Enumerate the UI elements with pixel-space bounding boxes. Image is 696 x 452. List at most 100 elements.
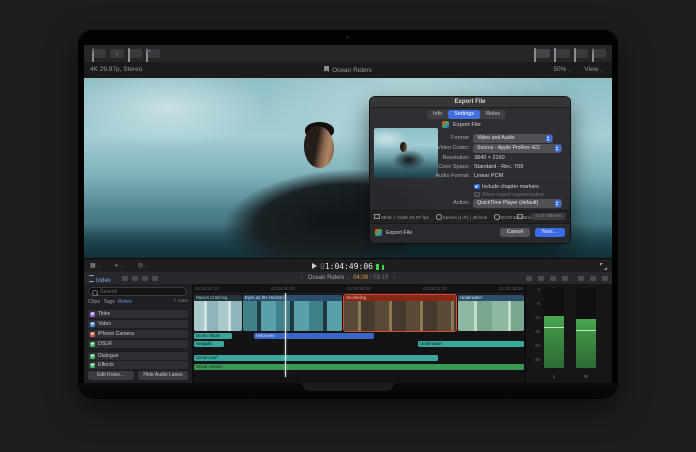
viewer-zoom-menu[interactable]: 50% ⌄ <box>553 66 572 73</box>
speaker-icon <box>436 214 442 220</box>
video-codec-dropdown[interactable]: Source - Apple ProRes 422 <box>473 144 562 153</box>
search-input[interactable]: Search <box>88 287 187 296</box>
export-app-icon <box>375 229 382 236</box>
tab-roles[interactable]: Roles <box>118 299 132 305</box>
dialog-title: Export File <box>370 97 570 108</box>
chapter-markers-checkbox[interactable] <box>474 183 480 189</box>
role-row-dslr[interactable]: DSLR <box>88 340 188 348</box>
status-resolution: 3840 × 2160 29.97 fps <box>374 214 429 221</box>
video-clip-snorkeling-selected[interactable]: Snorkeling <box>344 295 456 331</box>
share-button[interactable] <box>592 48 606 67</box>
playhead[interactable] <box>285 293 286 377</box>
keyword-editor-button[interactable] <box>128 48 142 67</box>
color-space-value: Standard - Rec. 709 <box>474 164 524 170</box>
transitions-browser-icon[interactable] <box>602 275 608 281</box>
timeline-body: Search Clips Tags Roles 7 roles Titles V… <box>84 284 612 383</box>
audio-skimming-icon[interactable] <box>538 275 544 281</box>
audio-clip-voiceover[interactable]: Voiceover <box>254 333 374 339</box>
role-checkbox[interactable] <box>90 321 95 327</box>
mini-audio-meter-right <box>381 262 385 270</box>
tab-roles[interactable]: Roles <box>480 110 506 119</box>
index-tabs: Clips Tags Roles 7 roles <box>88 299 188 307</box>
export-file-dialog: Export File Info Settings Roles Export F… <box>370 97 570 243</box>
tab-clips[interactable]: Clips <box>88 299 100 305</box>
role-checkbox[interactable] <box>90 331 95 337</box>
audio-meters-toggle-icon[interactable] <box>578 275 584 281</box>
project-navigation: ‹ Ocean Riders ⌄ 04:06 / 58:19 › <box>300 274 396 281</box>
role-row-dialogue[interactable]: Dialogue <box>88 352 188 367</box>
skimming-toggle-icon[interactable] <box>526 275 532 281</box>
meter-right-label: R <box>584 374 588 379</box>
role-checkbox[interactable] <box>90 341 95 347</box>
format-dropdown[interactable]: Video and Audio <box>473 134 553 143</box>
dropdown-arrows-icon <box>545 135 552 142</box>
tab-tags[interactable]: Tags <box>103 299 115 305</box>
play-icon[interactable] <box>311 263 317 269</box>
duration-clock-icon <box>494 214 500 220</box>
prev-project-button[interactable]: ‹ <box>301 275 303 281</box>
dropdown-arrows-icon <box>554 145 561 152</box>
meter-left-label: L <box>552 374 556 379</box>
snapping-icon[interactable] <box>562 275 568 281</box>
resolution-label: Resolution: <box>442 155 470 161</box>
tab-settings[interactable]: Settings <box>448 110 481 119</box>
timeline-toggle-button[interactable] <box>554 48 570 67</box>
bookmark-icon <box>324 66 330 72</box>
role-row-titles[interactable]: Titles <box>88 310 188 318</box>
macbook-frame: ↓ 4K 29.97p, Stereo Ocean Riders 50% ⌄ V… <box>78 30 618 399</box>
edit-roles-button[interactable]: Edit Roles… <box>88 371 134 380</box>
audio-clip-ocean-dream[interactable]: Ocean Dream <box>194 364 524 370</box>
playhead-position: 04:06 <box>353 274 369 281</box>
meter-right-peak-readout: - <box>585 285 587 290</box>
meter-left-channel: - L <box>544 285 564 379</box>
laptop-base <box>78 383 618 399</box>
solo-icon[interactable] <box>550 275 556 281</box>
role-checkbox[interactable] <box>90 362 95 368</box>
hide-audio-lanes-button[interactable]: Hide Audio Lanes <box>138 371 188 380</box>
next-project-button[interactable]: › <box>393 275 395 281</box>
export-status-bar: 3840 × 2160 29.97 fps Stereo (L R) | 48 … <box>370 210 570 224</box>
video-clip-underwater[interactable]: Underwater <box>458 295 524 331</box>
video-clip-waves-crashing[interactable]: Waves Crashing <box>194 295 242 331</box>
chapter-markers-label: Include chapter markers <box>482 183 539 190</box>
role-row-effects[interactable]: Effects <box>88 361 188 376</box>
effects-browser-icon[interactable] <box>590 275 596 281</box>
project-title: Ocean Riders <box>84 66 612 74</box>
background-tasks-button[interactable] <box>146 48 160 67</box>
camera-dot <box>346 36 349 39</box>
meter-right-fill <box>576 319 596 368</box>
project-duration: 58:19 <box>373 274 389 281</box>
sidebar-toggle-button[interactable] <box>92 48 106 67</box>
audio-clip-seagulls[interactable]: Seagulls <box>194 341 224 347</box>
audio-clip-underwater[interactable]: Underwater <box>418 341 524 347</box>
tab-info[interactable]: Info <box>427 110 448 119</box>
timecode-display: 01:04:49:06 <box>84 262 612 271</box>
color-space-label: Color Space: <box>438 164 470 170</box>
role-row-video[interactable]: Video <box>88 320 188 328</box>
export-app-icon <box>442 121 449 128</box>
audio-meters-panel: 0 -6 -12 -18 -24 -30 - L - R <box>525 284 612 383</box>
next-button[interactable]: Next… <box>535 228 565 237</box>
viewer-header: 4K 29.97p, Stereo Ocean Riders 50% ⌄ Vie… <box>84 62 612 79</box>
action-dropdown[interactable]: QuickTime Player (default) <box>473 199 562 208</box>
role-checkbox[interactable] <box>90 311 95 317</box>
audio-clip-ocean-surf[interactable]: Ocean Surf <box>194 355 438 361</box>
video-clip-eyes-on-horizon[interactable]: Eyes on the Horizon <box>243 295 342 331</box>
laptop-lid-notch <box>302 383 394 391</box>
segmentation-checkbox[interactable] <box>474 191 480 197</box>
role-row-iphone-camera[interactable]: iPhone Camera <box>88 330 188 338</box>
browser-toggle-button[interactable] <box>534 48 550 67</box>
viewer-view-menu[interactable]: View ⌄ <box>584 66 604 73</box>
audio-format-label: Audio Format: <box>435 173 470 179</box>
audio-clip-drone-shots[interactable]: Drone Shots <box>194 333 232 339</box>
inspector-toggle-button[interactable] <box>574 48 588 67</box>
expand-timeline-icon[interactable] <box>600 263 607 270</box>
meter-left-peak-line <box>544 327 564 328</box>
timeline-project-name[interactable]: Ocean Riders <box>308 275 345 281</box>
import-media-button[interactable]: ↓ <box>110 49 124 58</box>
cancel-button[interactable]: Cancel <box>500 228 530 237</box>
role-checkbox[interactable] <box>90 353 95 359</box>
meter-right-peak-line <box>576 330 596 331</box>
clip-thumbnails <box>458 301 524 331</box>
dropdown-arrows-icon <box>554 200 561 207</box>
